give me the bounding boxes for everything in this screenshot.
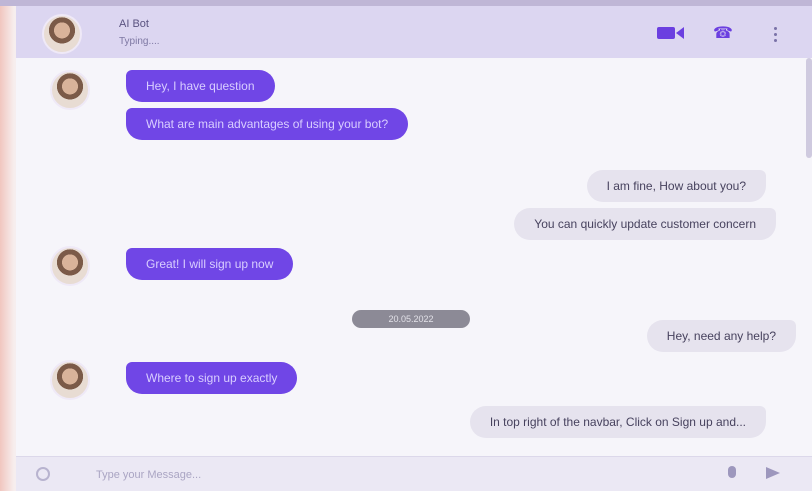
bot-avatar bbox=[50, 70, 90, 110]
bot-message: Hey, I have question bbox=[126, 70, 275, 102]
video-call-icon[interactable] bbox=[656, 25, 684, 41]
send-icon[interactable] bbox=[766, 467, 780, 479]
user-message: I am fine, How about you? bbox=[586, 170, 766, 202]
emoji-icon[interactable] bbox=[36, 467, 50, 481]
user-message: Hey, need any help? bbox=[646, 320, 796, 352]
chat-window: AI Bot Typing.... ☎ Hey, I have question… bbox=[0, 0, 812, 491]
user-message: You can quickly update customer concern bbox=[514, 208, 776, 240]
message-list[interactable]: Hey, I have question What are main advan… bbox=[16, 58, 812, 456]
microphone-icon[interactable] bbox=[728, 466, 736, 478]
chat-header: AI Bot Typing.... ☎ bbox=[16, 6, 812, 58]
bot-avatar bbox=[42, 14, 82, 54]
bot-message: Great! I will sign up now bbox=[126, 248, 294, 280]
message-input[interactable] bbox=[94, 463, 698, 487]
bot-name: AI Bot bbox=[119, 18, 149, 30]
scrollbar[interactable] bbox=[806, 58, 812, 158]
message-composer bbox=[16, 456, 812, 491]
more-options-icon[interactable] bbox=[768, 25, 782, 43]
phone-icon[interactable]: ☎ bbox=[712, 25, 734, 43]
user-message: In top right of the navbar, Click on Sig… bbox=[469, 406, 766, 438]
bot-message: What are main advantages of using your b… bbox=[126, 108, 409, 140]
bot-avatar bbox=[50, 360, 90, 400]
date-divider: 20.05.2022 bbox=[352, 310, 470, 328]
bot-message: Where to sign up exactly bbox=[126, 362, 298, 394]
bot-status: Typing.... bbox=[119, 36, 160, 47]
bot-avatar bbox=[50, 246, 90, 286]
